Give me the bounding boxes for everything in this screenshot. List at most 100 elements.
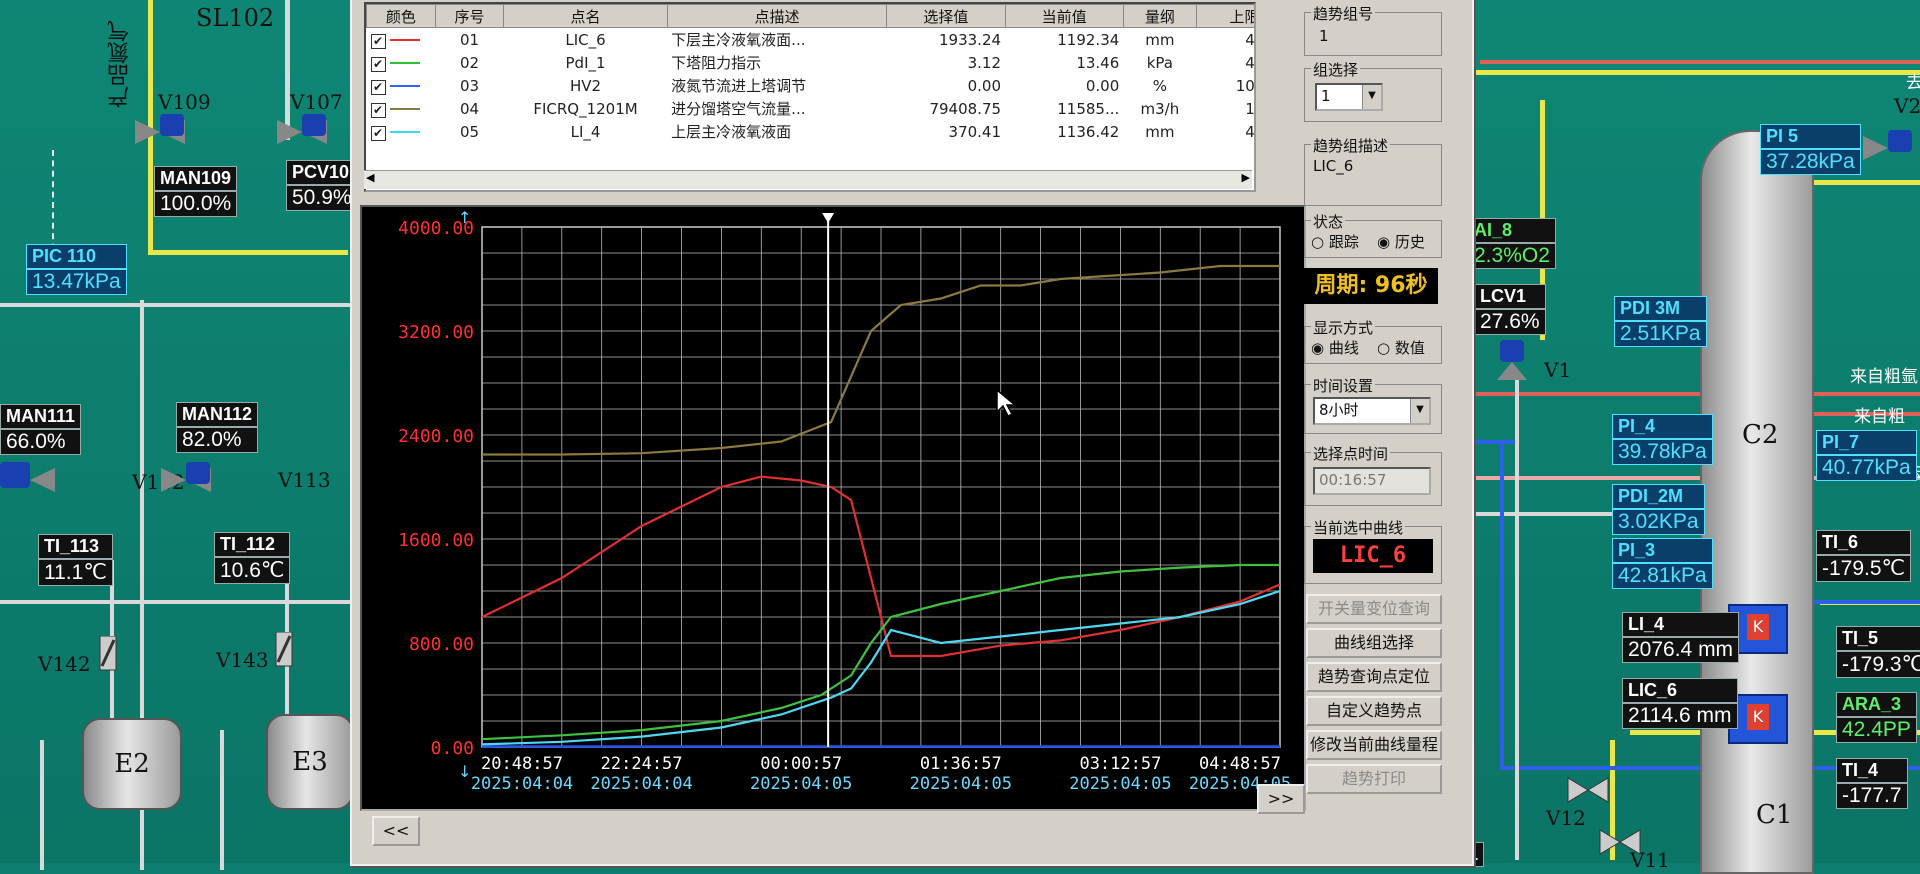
x-tick-date: 2025:04:04 (471, 774, 573, 794)
checkbox[interactable]: ✔ (370, 125, 386, 141)
trend-print-button[interactable]: 趋势打印 (1306, 764, 1442, 794)
col-header-selected[interactable]: 选择值 (886, 4, 1006, 28)
flow-label: 去 (1906, 73, 1920, 93)
table-row[interactable]: ✔02PdI_1下塔阻力指示3.1213.46kPa40.000.0 (367, 51, 1254, 74)
state-history-radio[interactable]: ◉ 历史 (1377, 231, 1425, 252)
hand-valve-icon[interactable] (1558, 770, 1618, 810)
scroll-forward-button[interactable]: >> (1257, 784, 1305, 814)
checkbox[interactable]: ✔ (370, 56, 386, 72)
trend-chart-svg[interactable]: 4000.003200.002400.001600.00800.000.0020… (362, 207, 1304, 809)
tag-ti5[interactable]: TI_5 -179.3℃ (1836, 626, 1920, 678)
scroll-back-button[interactable]: << (372, 816, 420, 846)
tag-man111[interactable]: MAN111 66.0% (0, 404, 82, 455)
pipe (1450, 70, 1920, 75)
tag-pi3[interactable]: PI_3 42.81kPa (1612, 538, 1713, 589)
control-valve-icon[interactable] (272, 112, 332, 152)
display-value-radio[interactable]: ○ 数值 (1377, 337, 1425, 358)
cell-current: 1192.34 (1057, 30, 1120, 49)
tag-lic6[interactable]: LIC_6 2114.6 mm (1622, 678, 1738, 729)
trend-locate-button[interactable]: 趋势查询点定位 (1306, 662, 1442, 692)
modify-range-button[interactable]: 修改当前曲线量程 (1306, 730, 1442, 760)
col-header-color[interactable]: 颜色 (366, 4, 436, 28)
cell-selected: 1933.24 (939, 30, 1002, 49)
table-row[interactable]: ✔05LI_4上层主冷液氧液面370.411136.42mm400...0.0 (367, 120, 1255, 143)
curve-group-select-button[interactable]: 曲线组选择 (1306, 628, 1442, 658)
tag-lcv1[interactable]: LCV1 27.6% (1474, 284, 1546, 335)
tag-li4[interactable]: LI_4 2076.4 mm (1622, 612, 1740, 663)
pipe (40, 740, 44, 870)
valve-label-v143: V143 (216, 648, 269, 672)
checkbox[interactable]: ✔ (370, 33, 386, 49)
display-curve-radio[interactable]: ◉ 曲线 (1311, 337, 1359, 358)
tag-ti113[interactable]: TI_113 11.1℃ (38, 534, 113, 586)
checkbox[interactable]: ✔ (370, 79, 386, 95)
checkbox[interactable]: ✔ (370, 102, 386, 118)
control-valve-icon[interactable] (130, 112, 190, 152)
col-header-name[interactable]: 点名 (503, 4, 668, 28)
cell-no: 05 (459, 122, 480, 141)
control-valve-icon[interactable] (1858, 128, 1918, 168)
tank-e3[interactable]: E3 (266, 714, 354, 810)
table-row[interactable]: ✔03HV2液氮节流进上塔调节0.000.00%100.000.0 (367, 74, 1254, 97)
cell-high: 400... (1245, 30, 1255, 49)
tag-pdi2m[interactable]: PDI_2M 3.02KPa (1612, 484, 1705, 535)
column-label-c2: C2 (1742, 420, 1779, 450)
tag-pi5[interactable]: PI 5 37.28kPa (1760, 124, 1861, 175)
control-valve-icon[interactable] (1482, 340, 1542, 380)
tag-pic110[interactable]: PIC 110 13.47kPa (26, 244, 127, 295)
hand-valve-icon[interactable] (1590, 822, 1650, 862)
table-row[interactable]: ✔ 01 LIC_6 下层主冷液氧液面... 1933.24 1192.34 mm 400..… (367, 28, 1255, 52)
cell-unit: mm (1145, 30, 1175, 49)
state-track-radio[interactable]: ○ 跟踪 (1311, 231, 1359, 252)
scroll-left-icon[interactable]: ◀ (366, 171, 374, 184)
group-select-dropdown[interactable]: 1 ▼ (1315, 83, 1383, 111)
tag-ti112[interactable]: TI_112 10.6℃ (214, 532, 291, 584)
hand-valve-icon[interactable] (272, 632, 332, 672)
tank-e2[interactable]: E2 (82, 718, 182, 810)
hand-valve-icon[interactable] (96, 636, 156, 676)
tag-ti6[interactable]: TI_6 -179.5℃ (1816, 530, 1912, 582)
cell-unit: m3/h (1140, 99, 1180, 118)
tag-pcv[interactable]: PCV10 50.9% (286, 160, 358, 211)
x-tick-date: 2025:04:05 (1069, 774, 1171, 794)
col-header-no[interactable]: 序号 (434, 4, 505, 28)
tag-ara3[interactable]: ARA_3 42.4PP (1836, 692, 1917, 743)
valve-label-v2: V2 (1894, 94, 1920, 118)
tag-ti4[interactable]: TI_4 -177.7 (1836, 758, 1908, 809)
trend-group-number: 1 (1319, 27, 1329, 45)
trend-chart[interactable]: 4000.00 3200.00 2400.00 1600.00 800.00 0.00 20… (360, 205, 1306, 811)
y-tick-label: 2400.00 (398, 426, 474, 447)
switch-query-button[interactable]: 开关量变位查询 (1306, 594, 1442, 624)
control-valve-icon[interactable] (156, 460, 216, 500)
tag-man109[interactable]: MAN109 100.0% (154, 166, 238, 217)
scroll-right-icon[interactable]: ▶ (1242, 171, 1250, 184)
tag-pi7[interactable]: PI_7 40.77kPa (1816, 430, 1917, 481)
col-header-high[interactable]: 上限 (1195, 4, 1254, 28)
cell-name: LIC_6 (565, 30, 606, 49)
series-color-swatch (389, 108, 420, 110)
tag-pi4[interactable]: PI_4 39.78kPa (1612, 414, 1713, 465)
cell-high: 400... (1245, 122, 1255, 141)
cell-unit: % (1152, 76, 1168, 95)
tag-man112[interactable]: MAN112 82.0% (176, 402, 259, 453)
tag-pdi3m[interactable]: PDI 3M 2.51KPa (1614, 296, 1707, 347)
custom-trend-point-button[interactable]: 自定义趋势点 (1306, 696, 1442, 726)
distillation-column-c2[interactable] (1700, 130, 1814, 874)
table-row[interactable]: ✔ 04 FICRQ_1201M 进分馏塔空气流量... 79408.75 11585..… (367, 97, 1254, 120)
cell-name: LI_4 (570, 122, 601, 141)
group-description: 趋势组描述 LIC_6 (1304, 135, 1442, 206)
cell-current: 0.00 (1085, 76, 1120, 95)
group-select: 组选择 1 ▼ (1304, 59, 1442, 122)
time-range-dropdown[interactable]: 8小时 ▼ (1313, 397, 1431, 425)
trend-window[interactable]: 颜色 序号 点名 点描述 选择值 当前值 量纲 上限 下 ✔ 01 LIC_6 下层主… (350, 0, 1474, 866)
col-header-current[interactable]: 当前值 (1004, 4, 1124, 28)
table-header-row: 颜色 序号 点名 点描述 选择值 当前值 量纲 上限 下 (366, 4, 1254, 28)
col-header-unit[interactable]: 量纲 (1122, 4, 1197, 28)
horizontal-scrollbar[interactable]: ◀ ▶ (364, 170, 1252, 189)
x-tick-date: 2025:04:05 (750, 774, 852, 794)
control-valve-icon[interactable] (0, 460, 60, 500)
col-header-desc[interactable]: 点描述 (666, 4, 888, 28)
tag-ai8[interactable]: AI_8 2.3%O2 (1468, 218, 1556, 269)
cell-desc: 下塔阻力指示 (671, 54, 762, 72)
cell-desc: 上层主冷液氧液面 (671, 123, 792, 141)
